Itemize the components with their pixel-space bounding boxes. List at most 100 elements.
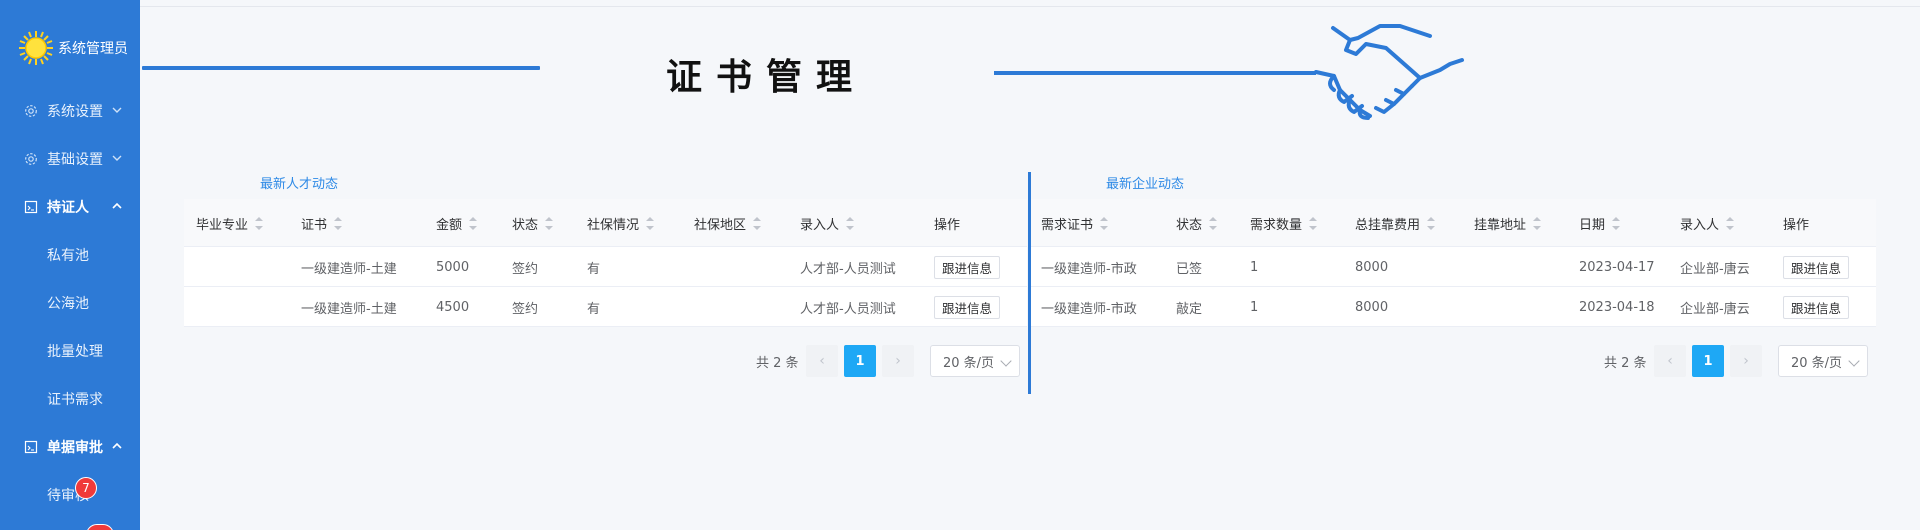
table-row: 一级建造师-市政 已签 1 8000 2023-04-17 企业部-唐云 跟进信…	[1031, 248, 1876, 287]
sidebar-item-batch-processing[interactable]: 批量处理	[0, 327, 140, 375]
chevron-down-icon	[112, 155, 122, 161]
banner-line-right	[994, 71, 1316, 75]
sort-icon[interactable]	[1209, 216, 1218, 230]
column-header[interactable]: 录入人	[800, 199, 855, 247]
column-header[interactable]: 录入人	[1680, 199, 1735, 247]
sidebar-item-label: 批量处理	[47, 344, 103, 360]
entry-person-cell: 人才部-人员测试	[800, 302, 896, 317]
column-header[interactable]: 状态	[1176, 199, 1218, 247]
sort-icon[interactable]	[545, 216, 554, 230]
column-header[interactable]: 状态	[512, 199, 554, 247]
talent-table: 毕业专业 证书 金额 状态 社保情况 社保地区 录入人 操作 一级建造师-土建 …	[184, 199, 1027, 327]
table-header: 需求证书 状态 需求数量 总挂靠费用 挂靠地址 日期 录入人 操作	[1031, 199, 1876, 247]
sort-icon[interactable]	[469, 216, 478, 230]
banner-line-left	[142, 66, 540, 70]
sidebar-header: 系统管理员	[0, 0, 140, 95]
demand-certificate-cell: 一级建造师-市政	[1041, 302, 1137, 317]
column-header[interactable]: 需求数量	[1250, 199, 1318, 247]
column-header[interactable]: 社保情况	[587, 199, 655, 247]
total-count: 共 2 条	[756, 355, 799, 371]
sort-icon[interactable]	[753, 216, 762, 230]
chevron-up-icon	[112, 442, 122, 449]
sort-icon[interactable]	[1533, 216, 1542, 230]
sidebar: 系统管理员 系统设置 基础设置 持证人 私有池 公海池 批量处理 证书需求 单据…	[0, 0, 140, 530]
column-header[interactable]: 社保地区	[694, 199, 762, 247]
page-size-select[interactable]: 20 条/页	[1778, 345, 1868, 377]
sort-icon[interactable]	[1726, 216, 1735, 230]
action-cell: 跟进信息	[934, 288, 1001, 327]
table-row: 一级建造师-市政 敲定 1 8000 2023-04-18 企业部-唐云 跟进信…	[1031, 288, 1876, 327]
sort-icon[interactable]	[334, 216, 343, 230]
page-size-select[interactable]: 20 条/页	[930, 345, 1020, 377]
follow-up-button[interactable]: 跟进信息	[934, 256, 1001, 279]
sidebar-item-basic-settings[interactable]: 基础设置	[0, 135, 140, 183]
sidebar-item-certificate-holder[interactable]: 持证人	[0, 183, 140, 231]
follow-up-button[interactable]: 跟进信息	[1783, 296, 1850, 319]
column-header[interactable]: 证书	[301, 199, 343, 247]
sort-icon[interactable]	[1309, 216, 1318, 230]
prev-page-button[interactable]: ‹	[1654, 345, 1686, 377]
column-header[interactable]: 总挂靠费用	[1355, 199, 1436, 247]
page-number-button[interactable]: 1	[1692, 345, 1724, 377]
page-number-button[interactable]: 1	[844, 345, 876, 377]
social-security-cell: 有	[587, 302, 601, 317]
status-cell: 签约	[512, 262, 539, 277]
document-icon	[24, 440, 38, 454]
sidebar-item-certificate-demand[interactable]: 证书需求	[0, 375, 140, 423]
status-cell: 敲定	[1176, 302, 1203, 317]
sidebar-item-label: 私有池	[47, 248, 89, 264]
date-cell: 2023-04-17	[1579, 260, 1655, 275]
entry-person-cell: 企业部-唐云	[1680, 302, 1750, 317]
sort-icon[interactable]	[255, 216, 264, 230]
pending-count-badge: 7	[75, 477, 97, 499]
sidebar-item-public-pool[interactable]: 公海池	[0, 279, 140, 327]
table-header: 毕业专业 证书 金额 状态 社保情况 社保地区 录入人 操作	[184, 199, 1027, 247]
next-page-button[interactable]: ›	[1730, 345, 1762, 377]
quantity-cell: 1	[1250, 260, 1259, 275]
sort-icon[interactable]	[1612, 216, 1621, 230]
next-page-button[interactable]: ›	[882, 345, 914, 377]
page-title: 证书管理	[666, 57, 867, 98]
sidebar-item-label: 系统设置	[47, 104, 103, 120]
prev-page-button[interactable]: ‹	[806, 345, 838, 377]
sort-icon[interactable]	[646, 216, 655, 230]
column-header[interactable]: 金额	[436, 199, 478, 247]
company-table: 需求证书 状态 需求数量 总挂靠费用 挂靠地址 日期 录入人 操作 一级建造师-…	[1031, 199, 1876, 327]
talent-news-title: 最新人才动态	[260, 177, 339, 192]
company-news-title: 最新企业动态	[1106, 177, 1185, 192]
sidebar-item-pending-review[interactable]: 待审核	[0, 471, 140, 519]
status-cell: 已签	[1176, 262, 1203, 277]
table-row: 一级建造师-土建 5000 签约 有 人才部-人员测试 跟进信息	[184, 248, 1027, 287]
gear-icon	[25, 153, 37, 165]
amount-cell: 5000	[436, 260, 470, 275]
follow-up-button[interactable]: 跟进信息	[934, 296, 1001, 319]
status-cell: 签约	[512, 302, 539, 317]
certificate-cell: 一级建造师-土建	[301, 262, 397, 277]
sort-icon[interactable]	[846, 216, 855, 230]
chevron-up-icon	[112, 202, 122, 209]
action-cell: 跟进信息	[934, 248, 1001, 287]
column-header[interactable]: 毕业专业	[196, 199, 264, 247]
column-header[interactable]: 需求证书	[1041, 199, 1109, 247]
fee-cell: 8000	[1355, 300, 1389, 315]
quantity-cell: 1	[1250, 300, 1259, 315]
sort-icon[interactable]	[1427, 216, 1436, 230]
sidebar-title: 系统管理员	[58, 40, 128, 57]
certificate-cell: 一级建造师-土建	[301, 302, 397, 317]
sidebar-item-label: 证书需求	[47, 392, 103, 408]
document-icon	[24, 200, 38, 214]
follow-up-button[interactable]: 跟进信息	[1783, 256, 1850, 279]
top-divider	[140, 6, 1920, 7]
column-header: 操作	[934, 217, 961, 233]
column-header: 操作	[1783, 217, 1810, 233]
sun-logo-icon	[18, 30, 54, 66]
entry-person-cell: 人才部-人员测试	[800, 262, 896, 277]
column-header[interactable]: 日期	[1579, 199, 1621, 247]
sort-icon[interactable]	[1100, 216, 1109, 230]
column-header[interactable]: 挂靠地址	[1474, 199, 1542, 247]
sidebar-item-system-settings[interactable]: 系统设置	[0, 87, 140, 135]
sidebar-item-private-pool[interactable]: 私有池	[0, 231, 140, 279]
sidebar-item-document-approval[interactable]: 单据审批	[0, 423, 140, 471]
action-cell: 跟进信息	[1783, 248, 1850, 287]
left-pagination: 共 2 条 ‹ 1 › 20 条/页	[756, 345, 1020, 377]
